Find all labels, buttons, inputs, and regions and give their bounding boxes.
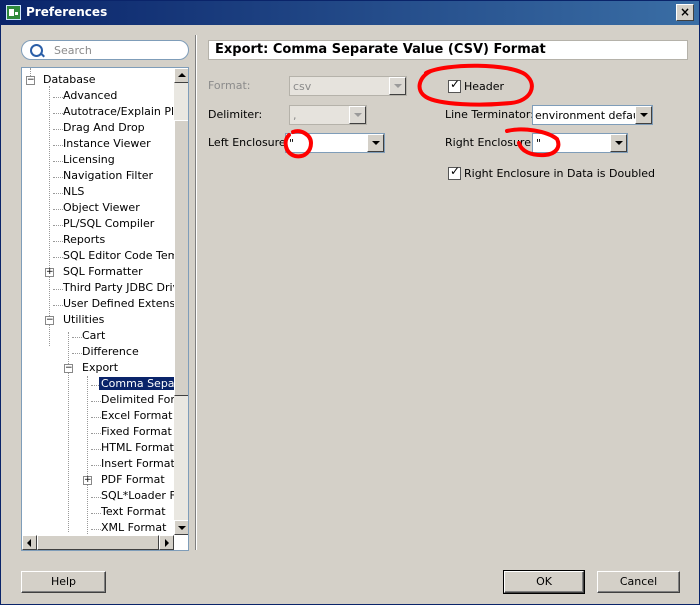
arrow-up-icon	[178, 73, 186, 77]
tree-item-instance-viewer[interactable]: Instance Viewer	[63, 136, 151, 152]
utilities-collapse-icon[interactable]: −	[45, 316, 54, 325]
preferences-tree[interactable]: − Database Advanced Autotrace/Explain Pl…	[21, 67, 189, 551]
panel-title: Export: Comma Separate Value (CSV) Forma…	[208, 40, 688, 60]
delimiter-value: ,	[293, 109, 297, 122]
tree-item-sql-editor-code-templates[interactable]: SQL Editor Code Templates	[63, 248, 174, 264]
scroll-left-button[interactable]	[22, 535, 37, 550]
app-icon	[6, 5, 21, 20]
left-enclosure-label: Left Enclosure:	[208, 136, 290, 149]
scroll-up-button[interactable]	[174, 68, 188, 83]
tree-item-sql-formatter[interactable]: SQL Formatter	[63, 264, 143, 280]
scroll-down-button[interactable]	[174, 520, 188, 535]
close-button[interactable]: ×	[676, 4, 694, 21]
hscroll-thumb[interactable]	[37, 535, 159, 550]
tree-item-export[interactable]: Export	[82, 360, 118, 376]
right-enclosure-doubled-label[interactable]: Right Enclosure in Data is Doubled	[464, 167, 655, 180]
scroll-right-button[interactable]	[159, 535, 174, 550]
tree-item-plsql-compiler[interactable]: PL/SQL Compiler	[63, 216, 154, 232]
header-label[interactable]: Header	[464, 80, 504, 93]
cancel-button[interactable]: Cancel	[597, 571, 680, 593]
tree-item-navigation-filter[interactable]: Navigation Filter	[63, 168, 153, 184]
tree-item-licensing[interactable]: Licensing	[63, 152, 115, 168]
right-enclosure-select[interactable]: "	[532, 133, 628, 153]
scroll-thumb[interactable]	[174, 120, 188, 396]
tree-item-pdf-format[interactable]: PDF Format	[101, 472, 165, 488]
window-title: Preferences	[26, 5, 108, 19]
tree-item-xml-format[interactable]: XML Format	[101, 520, 166, 536]
delimiter-label: Delimiter:	[208, 108, 263, 121]
tree-item-html-format[interactable]: HTML Format	[101, 440, 174, 456]
tree-item-difference[interactable]: Difference	[82, 344, 139, 360]
delimiter-select[interactable]: ,	[289, 105, 367, 125]
chevron-down-icon	[354, 113, 362, 117]
tree-content: − Database Advanced Autotrace/Explain Pl…	[22, 68, 174, 536]
right-enclosure-label: Right Enclosure:	[445, 136, 535, 149]
tree-item-cart[interactable]: Cart	[82, 328, 105, 344]
preferences-window: Preferences × Search − Database Advanced…	[0, 0, 700, 605]
format-select: csv	[289, 76, 407, 96]
tree-item-utilities[interactable]: Utilities	[63, 312, 104, 328]
sql-formatter-expand-icon[interactable]: +	[45, 268, 54, 277]
tree-item-third-party-jdbc[interactable]: Third Party JDBC Drivers	[63, 280, 174, 296]
tree-horizontal-scrollbar[interactable]	[22, 535, 174, 550]
left-enclosure-value: "	[289, 137, 295, 150]
help-button[interactable]: Help	[21, 571, 106, 593]
tree-item-delimited-format[interactable]: Delimited Format	[101, 392, 174, 408]
format-value: csv	[293, 80, 312, 93]
database-collapse-icon[interactable]: −	[26, 76, 35, 85]
search-icon	[30, 44, 43, 57]
arrow-left-icon	[27, 539, 31, 547]
title-bar[interactable]: Preferences ×	[1, 1, 699, 25]
line-terminator-label: Line Terminator:	[445, 108, 534, 121]
tree-item-sqlloader-format[interactable]: SQL*Loader Format	[101, 488, 174, 504]
tree-item-advanced[interactable]: Advanced	[63, 88, 117, 104]
tree-item-autotrace[interactable]: Autotrace/Explain Plan	[63, 104, 174, 120]
search-field[interactable]: Search	[21, 40, 189, 60]
tree-item-object-viewer[interactable]: Object Viewer	[63, 200, 140, 216]
format-label: Format:	[208, 79, 251, 92]
delimiter-dropdown-button[interactable]	[349, 106, 366, 124]
right-enclosure-dropdown-button[interactable]	[610, 134, 627, 152]
right-enclosure-doubled-checkbox[interactable]: ✓	[448, 164, 461, 180]
format-dropdown-button	[389, 77, 406, 95]
pane-divider[interactable]	[195, 35, 197, 550]
checkmark-icon: ✓	[450, 164, 461, 178]
arrow-down-icon	[178, 526, 186, 530]
chevron-down-icon	[394, 84, 402, 88]
tree-item-comma-separated[interactable]: Comma Separated	[99, 376, 174, 392]
ok-button[interactable]: OK	[503, 570, 585, 594]
tree-vertical-scrollbar[interactable]	[174, 68, 188, 535]
tree-item-drag-and-drop[interactable]: Drag And Drop	[63, 120, 145, 136]
pdf-format-expand-icon[interactable]: +	[83, 476, 92, 485]
tree-item-fixed-format[interactable]: Fixed Format	[101, 424, 172, 440]
line-terminator-dropdown-button[interactable]	[635, 106, 652, 124]
tree-item-insert-format[interactable]: Insert Format	[101, 456, 174, 472]
tree-item-nls[interactable]: NLS	[63, 184, 84, 200]
left-enclosure-dropdown-button[interactable]	[367, 134, 384, 152]
line-terminator-value: environment default	[535, 109, 648, 122]
chevron-down-icon	[640, 113, 648, 117]
tree-item-text-format[interactable]: Text Format	[101, 504, 166, 520]
tree-item-user-defined-extensions[interactable]: User Defined Extensions	[63, 296, 174, 312]
header-checkbox[interactable]: ✓	[448, 77, 461, 93]
tree-item-excel-format[interactable]: Excel Format	[101, 408, 172, 424]
search-placeholder[interactable]: Search	[54, 44, 92, 57]
export-collapse-icon[interactable]: −	[64, 364, 73, 373]
arrow-right-icon	[165, 539, 169, 547]
tree-item-reports[interactable]: Reports	[63, 232, 105, 248]
checkmark-icon: ✓	[450, 77, 461, 91]
chevron-down-icon	[372, 141, 380, 145]
right-enclosure-value: "	[536, 137, 542, 150]
left-enclosure-select[interactable]: "	[285, 133, 385, 153]
line-terminator-select[interactable]: environment default	[532, 105, 653, 125]
tree-item-database[interactable]: Database	[43, 72, 96, 88]
chevron-down-icon	[615, 141, 623, 145]
